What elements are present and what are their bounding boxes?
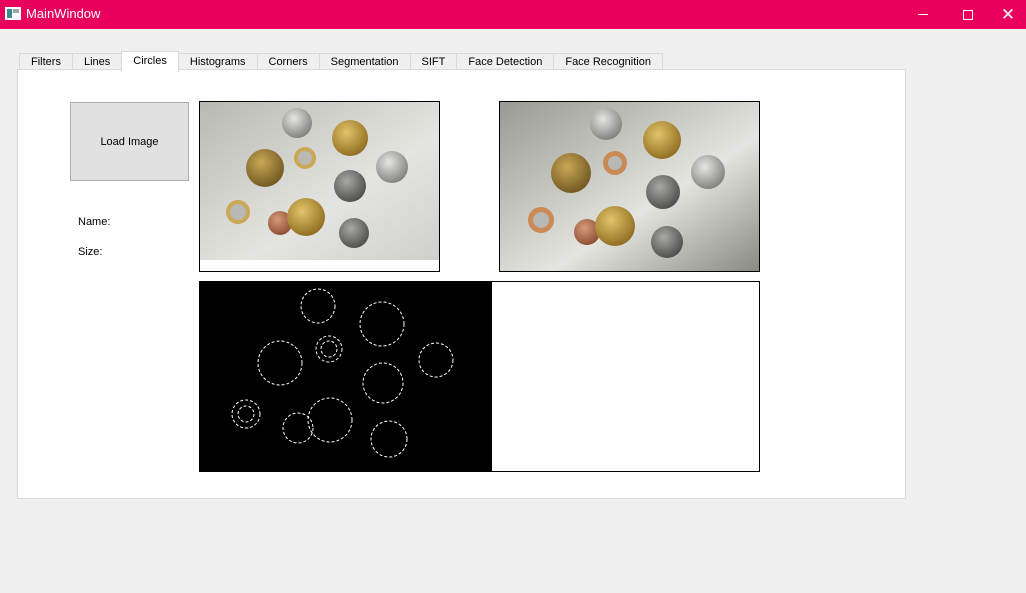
edge-map-image: [199, 281, 760, 472]
minimize-button[interactable]: [900, 0, 946, 29]
circles-tab-panel: Load Image Name: Size:: [17, 69, 906, 499]
app-icon: [5, 7, 21, 20]
maximize-button[interactable]: [945, 0, 991, 29]
maximize-icon: [963, 9, 973, 20]
detected-circles-image: [499, 101, 760, 272]
image-size-label: Size:: [78, 246, 103, 258]
image-name-label: Name:: [78, 216, 111, 228]
tab-bar: Filters Lines Circles Histograms Corners…: [19, 51, 663, 72]
close-icon: ✕: [1000, 5, 1016, 24]
window-title: MainWindow: [26, 6, 101, 21]
tab-circles[interactable]: Circles: [121, 51, 179, 72]
load-image-button[interactable]: Load Image: [70, 102, 189, 181]
close-button[interactable]: ✕: [990, 0, 1026, 29]
minimize-icon: [918, 14, 928, 15]
title-bar: MainWindow ✕: [0, 0, 1026, 29]
original-image: [199, 101, 440, 272]
